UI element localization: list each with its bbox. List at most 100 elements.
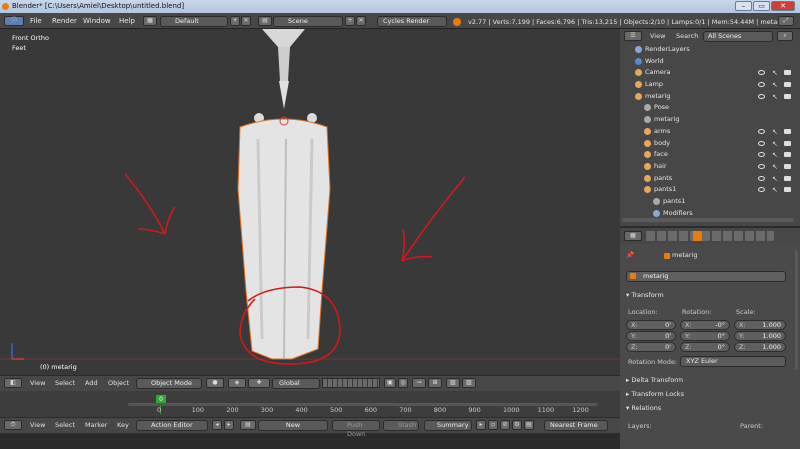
location-x-field[interactable]: X: 0' <box>626 320 676 330</box>
mode-selector[interactable]: Object Mode <box>136 378 202 389</box>
rotation-mode-selector[interactable]: XYZ Euler <box>680 356 786 367</box>
add-scene-icon[interactable]: + <box>345 16 355 26</box>
render-camera-icon[interactable] <box>784 70 791 76</box>
screen-layout-icon[interactable]: ▦ <box>143 16 157 26</box>
maximize-button[interactable]: ▭ <box>753 1 770 11</box>
outliner-item[interactable]: metarig ↖ <box>620 91 800 103</box>
pin-icon[interactable]: 📌 <box>626 251 634 259</box>
outliner-item[interactable]: pants1 <box>620 196 800 208</box>
up-arrow-icon[interactable]: ◂ <box>212 420 222 430</box>
filter-icon[interactable]: ⊘ <box>500 420 510 430</box>
action-browse-icon[interactable]: ▤ <box>240 420 256 430</box>
outliner-search-icon[interactable]: ⌕ <box>777 31 793 41</box>
outliner-item[interactable]: pants ↖ <box>620 173 800 185</box>
transform-locks-panel[interactable]: ▸ Transform Locks <box>626 388 684 400</box>
timeline-scrollbar[interactable] <box>128 403 598 406</box>
auto-snap-selector[interactable]: Nearest Frame <box>544 420 608 431</box>
show-hidden-icon[interactable]: ▫ <box>488 420 498 430</box>
stash-button[interactable]: Stash <box>383 420 419 431</box>
scale-y-field[interactable]: Y: 1.000 <box>734 331 786 341</box>
outliner-item[interactable]: World <box>620 56 800 68</box>
3d-viewport[interactable]: Front Ortho Feet (0) metarig <box>0 29 620 375</box>
push-down-button[interactable]: Push Down <box>332 420 380 438</box>
outliner-item[interactable]: pants1 ↖ <box>620 184 800 196</box>
relations-panel[interactable]: ▾ Relations <box>626 402 661 414</box>
fullscreen-icon[interactable]: ⤢ <box>778 16 794 26</box>
visibility-eye-icon[interactable] <box>758 163 765 169</box>
location-y-field[interactable]: Y: 0' <box>626 331 676 341</box>
outliner-item[interactable]: body ↖ <box>620 138 800 150</box>
scale-x-field[interactable]: X: 1.000 <box>734 320 786 330</box>
object-name-field[interactable]: metarig <box>626 271 786 282</box>
visibility-eye-icon[interactable] <box>758 187 765 193</box>
snap-target-icon[interactable]: ⊞ <box>428 378 442 388</box>
render-camera-icon[interactable] <box>784 128 791 134</box>
properties-scrollbar[interactable] <box>795 250 798 370</box>
snap-icon[interactable]: ⊸ <box>412 378 426 388</box>
selectable-cursor-icon[interactable]: ↖ <box>772 80 778 91</box>
render-engine-selector[interactable]: Cycles Render <box>377 16 447 27</box>
transform-panel-header[interactable]: ▾ Transform <box>626 289 664 301</box>
outliner-item[interactable]: arms ↖ <box>620 126 800 138</box>
render-camera-icon[interactable] <box>784 175 791 181</box>
layer-lock-icon[interactable]: ▣ <box>384 378 396 388</box>
down-arrow-icon[interactable]: ▸ <box>224 420 234 430</box>
viewport-menu-view[interactable]: View <box>30 377 45 389</box>
viewport-menu-add[interactable]: Add <box>85 377 98 389</box>
only-selected-icon[interactable]: ▸ <box>476 420 486 430</box>
rotation-y-field[interactable]: Y: 0° <box>680 331 730 341</box>
new-action-button[interactable]: New <box>258 420 328 431</box>
editor-type-dopesheet-icon[interactable]: ⏱ <box>4 420 22 430</box>
viewport-shading-icon[interactable]: ● <box>206 378 224 388</box>
remove-scene-icon[interactable]: ✕ <box>356 16 366 26</box>
transform-orientation-selector[interactable]: Global <box>272 378 320 389</box>
render-preview-icon[interactable]: ▧ <box>446 378 460 388</box>
add-layout-icon[interactable]: + <box>230 16 240 26</box>
manipulator-icon[interactable]: ✚ <box>248 378 270 388</box>
selectable-cursor-icon[interactable]: ↖ <box>772 127 778 138</box>
outliner-item[interactable]: Lamp ↖ <box>620 79 800 91</box>
outliner-menu-view[interactable]: View <box>650 30 665 42</box>
properties-context-tabs[interactable] <box>646 231 774 241</box>
visibility-eye-icon[interactable] <box>758 175 765 181</box>
scene-icon[interactable]: ▤ <box>258 16 272 26</box>
selectable-cursor-icon[interactable]: ↖ <box>772 185 778 196</box>
minimize-button[interactable]: – <box>735 1 752 11</box>
proportional-edit-icon[interactable]: ◎ <box>398 378 408 388</box>
editor-type-outliner-icon[interactable]: ☰ <box>624 31 642 41</box>
layout-selector[interactable]: Default <box>160 16 228 27</box>
outliner-item[interactable]: hair ↖ <box>620 161 800 173</box>
remove-layout-icon[interactable]: ✕ <box>241 16 251 26</box>
visibility-eye-icon[interactable] <box>758 93 765 99</box>
dopesheet-menu-key[interactable]: Key <box>117 419 129 431</box>
outliner-menu-search[interactable]: Search <box>676 30 698 42</box>
viewport-menu-object[interactable]: Object <box>108 377 129 389</box>
editor-type-3d-icon[interactable]: ◧ <box>4 378 22 388</box>
visibility-eye-icon[interactable] <box>758 82 765 88</box>
menu-window[interactable]: Window <box>83 15 111 27</box>
render-camera-icon[interactable] <box>784 187 791 193</box>
outliner-item[interactable]: Camera ↖ <box>620 67 800 79</box>
dopesheet-menu-select[interactable]: Select <box>55 419 75 431</box>
viewport-menu-select[interactable]: Select <box>55 377 75 389</box>
selectable-cursor-icon[interactable]: ↖ <box>772 174 778 185</box>
visibility-eye-icon[interactable] <box>758 128 765 134</box>
selectable-cursor-icon[interactable]: ↖ <box>772 150 778 161</box>
dopesheet-menu-view[interactable]: View <box>30 419 45 431</box>
render-camera-icon[interactable] <box>784 82 791 88</box>
close-button[interactable]: ✕ <box>771 1 795 11</box>
object-tab-icon[interactable] <box>693 231 702 241</box>
outliner-item[interactable]: Pose <box>620 102 800 114</box>
editor-type-info-icon[interactable]: ⓘ <box>4 16 24 26</box>
outliner-item[interactable]: metarig <box>620 114 800 126</box>
outliner-scrollbar[interactable] <box>622 218 794 222</box>
rotation-x-field[interactable]: X: -0° <box>680 320 730 330</box>
pivot-point-icon[interactable]: ◈ <box>228 378 246 388</box>
rotation-z-field[interactable]: Z: 0° <box>680 342 730 352</box>
render-camera-icon[interactable] <box>784 93 791 99</box>
render-camera-icon[interactable] <box>784 163 791 169</box>
outliner-item[interactable]: face ↖ <box>620 149 800 161</box>
visibility-eye-icon[interactable] <box>758 70 765 76</box>
menu-file[interactable]: File <box>30 15 42 27</box>
editor-type-properties-icon[interactable]: ▦ <box>624 231 642 241</box>
